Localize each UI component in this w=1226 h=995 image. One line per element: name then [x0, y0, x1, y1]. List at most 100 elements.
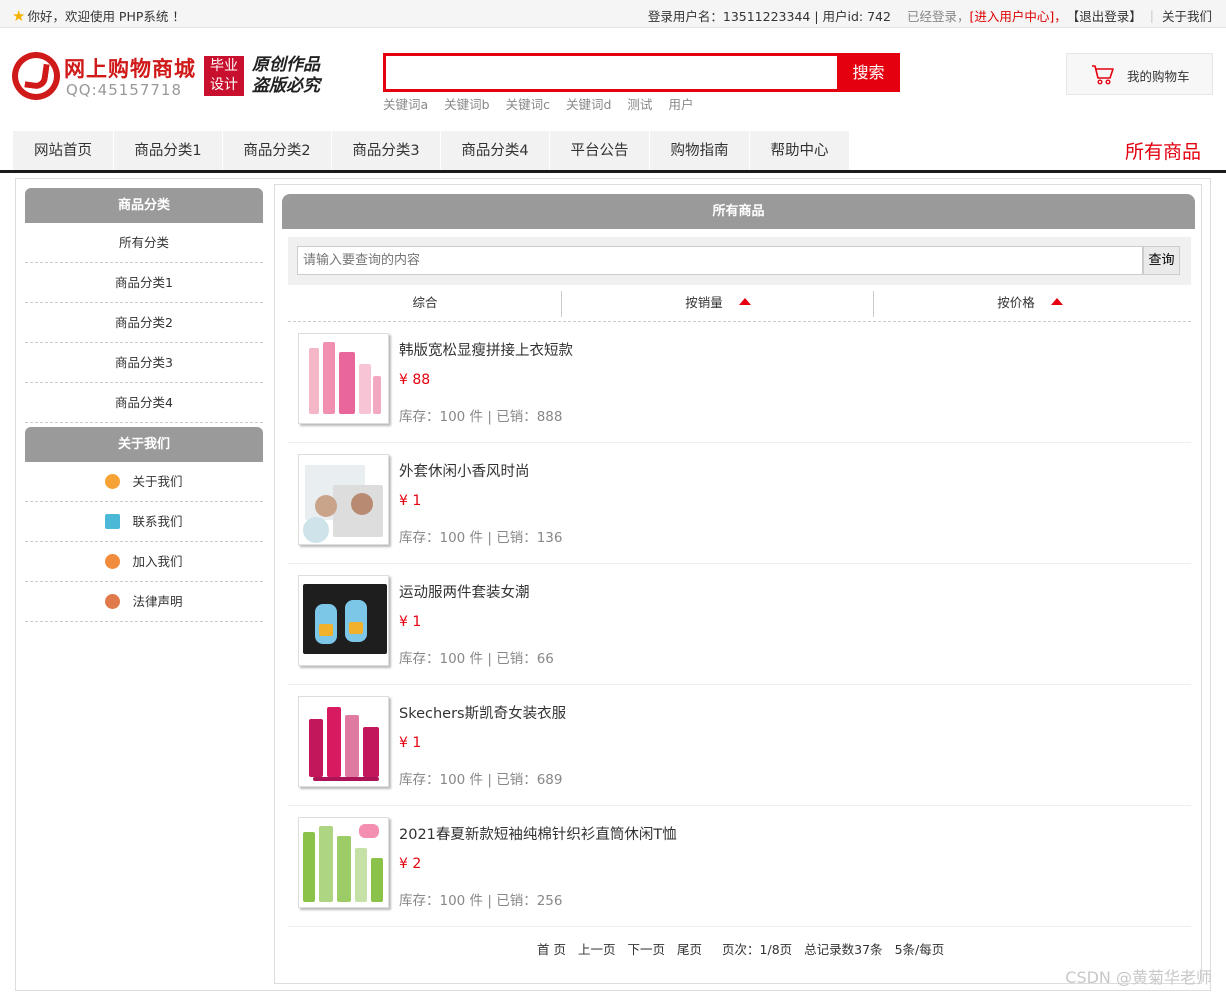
graduation-badge: 毕业 设计: [204, 56, 244, 96]
query-button[interactable]: 查询: [1143, 246, 1180, 275]
slogan-line-1: 原创作品: [252, 55, 320, 75]
keyword-link[interactable]: 用户: [668, 97, 693, 112]
welcome-message: ★ 你好，欢迎使用 PHP系统 ！: [12, 6, 185, 25]
product-stock: 库存：100 件 | 已销：136: [399, 530, 563, 546]
product-image[interactable]: [298, 817, 389, 908]
sort-up-icon: [1050, 298, 1063, 305]
sidebar: 商品分类 所有分类 商品分类1 商品分类2 商品分类3 商品分类4 关于我们 关于我们联…: [25, 188, 263, 622]
page-size: 5条/每页: [894, 942, 945, 957]
sort-bar: 综合 按销量 按价格: [288, 287, 1191, 322]
nav-item[interactable]: 商品分类3: [332, 131, 441, 170]
product-price: ¥ 1: [399, 614, 422, 630]
slogan: 原创作品 盗版必究: [252, 55, 320, 97]
user-center-link[interactable]: [进入用户中心]，: [969, 6, 1066, 25]
nav-item[interactable]: 网站首页: [13, 131, 114, 170]
product-item[interactable]: 韩版宽松显瘦拼接上衣短款 ¥ 88 库存：100 件 | 已销：888: [288, 322, 1191, 443]
sort-by-price[interactable]: 按价格: [874, 287, 1186, 321]
keyword-link[interactable]: 测试: [627, 97, 652, 112]
nav-item[interactable]: 商品分类2: [223, 131, 332, 170]
orange-circle-icon: [105, 474, 121, 489]
first-page-link[interactable]: 首 页: [537, 942, 566, 957]
user-info: 登录用户名：13511223344 | 用户id: 742 已经登录， [进入用…: [648, 6, 1212, 25]
product-image[interactable]: [298, 575, 389, 666]
sidebar-category-item[interactable]: 商品分类2: [25, 303, 263, 343]
cart-button[interactable]: 我的购物车: [1066, 53, 1213, 95]
hot-keywords: 关键词a 关键词b 关键词c 关键词d 测试 用户: [383, 94, 709, 113]
keyword-link[interactable]: 关键词c: [506, 97, 550, 112]
logged-in-status: 已经登录，: [906, 9, 970, 24]
product-name[interactable]: 2021春夏新款短袖纯棉针织衫直筒休闲T恤: [399, 823, 677, 844]
last-page-link[interactable]: 尾页: [677, 942, 702, 957]
product-stock: 库存：100 件 | 已销：888: [399, 409, 563, 425]
qq-number: QQ:45157718: [66, 81, 183, 99]
sidebar-about-item[interactable]: 关于我们: [25, 462, 263, 502]
nav-item[interactable]: 购物指南: [650, 131, 750, 170]
sidebar-about-label: 加入我们: [132, 553, 183, 569]
product-stock: 库存：100 件 | 已销：689: [399, 772, 563, 788]
welcome-text: 你好，欢迎使用 PHP系统 ！: [27, 9, 185, 24]
product-name[interactable]: Skechers斯凯奇女装衣服: [399, 702, 566, 723]
sidebar-about-label: 法律声明: [132, 593, 183, 609]
pagination: 首 页上一页 下一页 尾页 页次：1/8页 总记录数37条 5条/每页: [537, 939, 956, 958]
sort-by-price-label: 按价格: [997, 295, 1035, 310]
keyword-link[interactable]: 关键词b: [444, 97, 489, 112]
divider: |: [1149, 8, 1154, 23]
sidebar-category-item[interactable]: 商品分类3: [25, 343, 263, 383]
cart-label: 我的购物车: [1127, 69, 1190, 84]
watermark: CSDN @黄菊华老师: [1065, 968, 1212, 987]
sidebar-about-item[interactable]: 加入我们: [25, 542, 263, 582]
slogan-line-2: 盗版必究: [252, 76, 320, 96]
product-stock: 库存：100 件 | 已销：66: [399, 651, 554, 667]
content-title: 所有商品: [282, 194, 1195, 229]
clipboard-icon: [105, 514, 121, 529]
product-item[interactable]: Skechers斯凯奇女装衣服 ¥ 1 库存：100 件 | 已销：689: [288, 685, 1191, 806]
cart-icon: [1092, 65, 1114, 85]
product-image[interactable]: [298, 333, 389, 424]
product-name[interactable]: 运动服两件套装女潮: [399, 581, 530, 602]
sort-up-icon: [738, 298, 751, 305]
lock-icon: [105, 554, 121, 569]
sidebar-about-item[interactable]: 法律声明: [25, 582, 263, 622]
sort-default[interactable]: 综合: [288, 287, 562, 321]
username-label: 登录用户名：13511223344 | 用户id: 742: [647, 9, 891, 24]
logo-icon[interactable]: [12, 52, 60, 100]
nav-item[interactable]: 商品分类1: [114, 131, 223, 170]
logout-link[interactable]: 【退出登录】: [1067, 6, 1142, 25]
sort-by-sales[interactable]: 按销量: [562, 287, 874, 321]
search-button[interactable]: 搜索: [837, 53, 900, 92]
sidebar-category-item[interactable]: 所有分类: [25, 223, 263, 263]
product-price: ¥ 2: [399, 856, 422, 872]
prev-page-link[interactable]: 上一页: [578, 942, 616, 957]
site-title[interactable]: 网上购物商城: [64, 53, 196, 83]
badge-line-2: 设计: [210, 77, 238, 93]
about-link[interactable]: 关于我们: [1162, 6, 1212, 25]
keyword-link[interactable]: 关键词a: [383, 97, 428, 112]
sort-by-sales-label: 按销量: [685, 295, 723, 310]
page-heading: 所有商品: [1124, 141, 1201, 163]
query-input[interactable]: [297, 246, 1143, 275]
product-item[interactable]: 2021春夏新款短袖纯棉针织衫直筒休闲T恤 ¥ 2 库存：100 件 | 已销：25…: [288, 806, 1191, 927]
nav-item[interactable]: 帮助中心: [750, 131, 850, 170]
badge-line-1: 毕业: [210, 58, 238, 74]
product-item[interactable]: 运动服两件套装女潮 ¥ 1 库存：100 件 | 已销：66: [288, 564, 1191, 685]
search-input[interactable]: [383, 53, 837, 92]
product-item[interactable]: 外套休闲小香风时尚 ¥ 1 库存：100 件 | 已销：136: [288, 443, 1191, 564]
total-records: 总记录数37条: [804, 942, 883, 957]
product-name[interactable]: 外套休闲小香风时尚: [399, 460, 530, 481]
about-title: 关于我们: [25, 427, 263, 462]
star-icon: ★: [12, 6, 26, 25]
product-list: 韩版宽松显瘦拼接上衣短款 ¥ 88 库存：100 件 | 已销：888 外套休闲小香风…: [288, 322, 1191, 927]
top-bar: ★ 你好，欢迎使用 PHP系统 ！ 登录用户名：13511223344 | 用户…: [0, 0, 1226, 28]
product-name[interactable]: 韩版宽松显瘦拼接上衣短款: [399, 339, 573, 360]
sidebar-about-item[interactable]: 联系我们: [25, 502, 263, 542]
sidebar-category-item[interactable]: 商品分类1: [25, 263, 263, 303]
product-image[interactable]: [298, 454, 389, 545]
category-title: 商品分类: [25, 188, 263, 223]
product-image[interactable]: [298, 696, 389, 787]
nav-item[interactable]: 商品分类4: [441, 131, 550, 170]
sidebar-category-item[interactable]: 商品分类4: [25, 383, 263, 423]
keyword-link[interactable]: 关键词d: [566, 97, 611, 112]
main-nav: 网站首页 商品分类1 商品分类2 商品分类3 商品分类4 平台公告 购物指南 帮助中心 所有商…: [0, 131, 1226, 173]
nav-item[interactable]: 平台公告: [550, 131, 650, 170]
next-page-link[interactable]: 下一页: [628, 942, 666, 957]
